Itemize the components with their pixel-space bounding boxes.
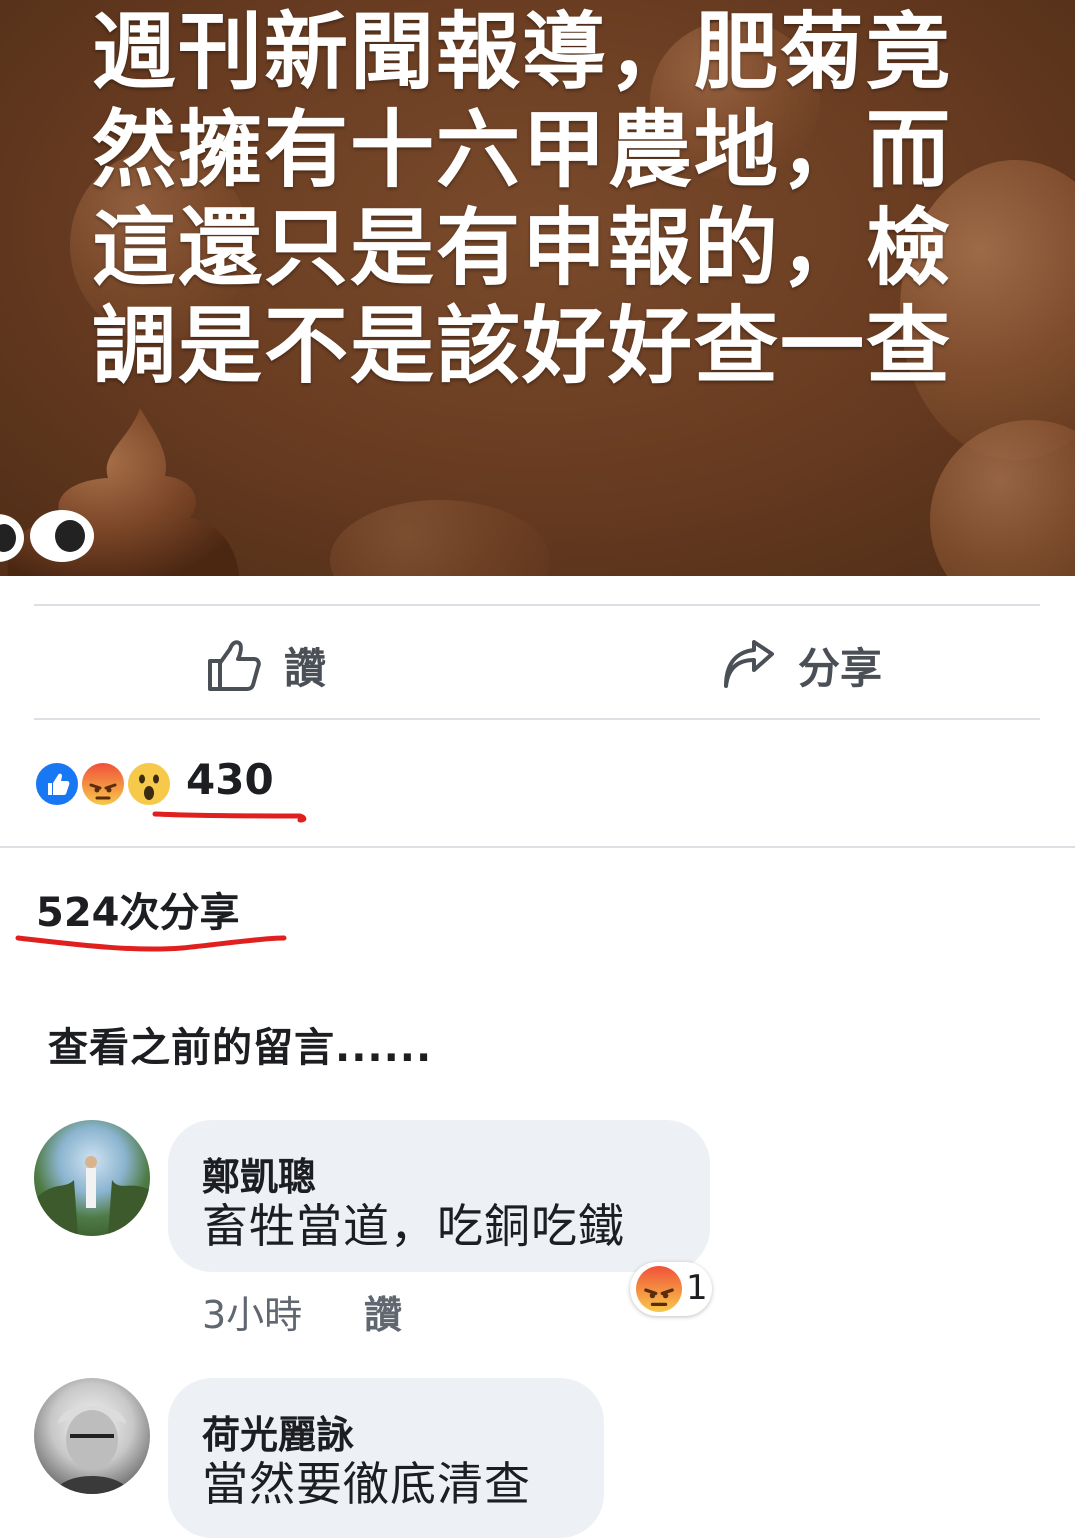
reaction-count: 1 — [686, 1268, 708, 1308]
comment-timestamp: 3小時 — [202, 1293, 303, 1337]
red-underline-annotation — [15, 935, 287, 952]
headline-line: 然擁有十六甲農地，而 — [92, 101, 953, 199]
red-underline-annotation — [152, 811, 307, 823]
share-label: 分享 — [798, 643, 883, 693]
angry-icon — [636, 1266, 682, 1312]
post-image[interactable]: 週刊新聞報導，肥菊竟 然擁有十六甲農地，而 這還只是有申報的，檢 調是不是該好好… — [0, 0, 1075, 576]
comment-like-button[interactable]: 讚 — [364, 1284, 402, 1339]
share-arrow-icon — [724, 640, 774, 688]
poop-decoration — [930, 420, 1075, 576]
like-label: 讚 — [284, 643, 327, 693]
wow-reaction-icon — [126, 761, 172, 807]
headline-line: 這還只是有申報的，檢 — [92, 199, 953, 297]
thumbs-up-icon — [208, 640, 261, 691]
like-button[interactable]: 讚 — [206, 630, 326, 700]
avatar[interactable] — [34, 1120, 150, 1236]
divider — [0, 846, 1075, 848]
like-reaction-icon — [34, 761, 80, 807]
poop-emoji-icon — [0, 408, 240, 576]
divider — [34, 718, 1040, 720]
comment-text: 畜牲當道，吃銅吃鐵 — [202, 1199, 625, 1253]
divider — [34, 604, 1040, 606]
headline-line: 週刊新聞報導，肥菊竟 — [92, 3, 953, 101]
headline-line: 調是不是該好好查一查 — [92, 297, 953, 395]
view-previous-comments-link[interactable]: 查看之前的留言...... — [48, 1015, 432, 1073]
comment-text: 當然要徹底清查 — [202, 1457, 531, 1511]
reaction-count: 430 — [186, 755, 274, 804]
share-button[interactable]: 分享 — [722, 630, 882, 700]
angry-reaction-icon — [80, 761, 126, 807]
avatar[interactable] — [34, 1378, 150, 1494]
poop-decoration — [330, 500, 550, 576]
